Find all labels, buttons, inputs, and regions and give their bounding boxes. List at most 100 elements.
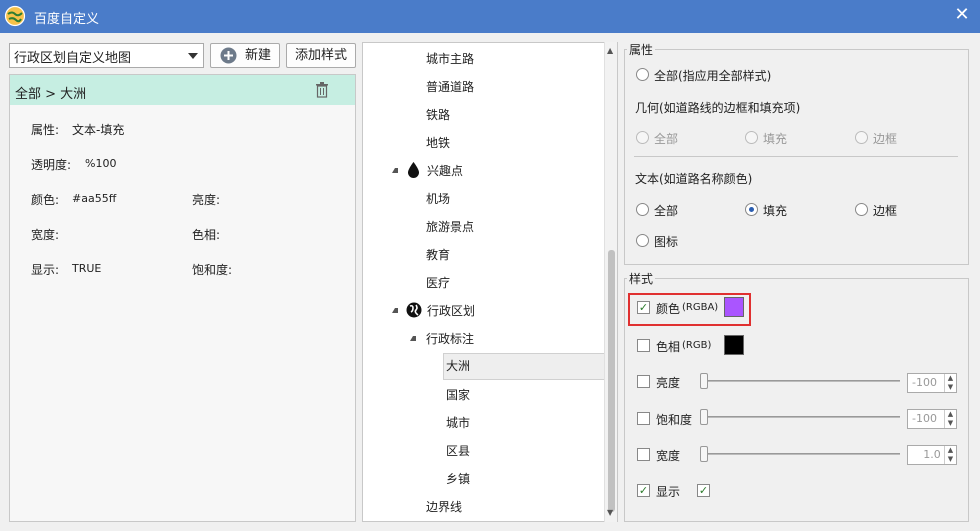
width-label: 宽度	[656, 449, 681, 463]
tree-item-continent[interactable]: 大洲	[443, 353, 606, 380]
scrollbar-thumb[interactable]	[608, 250, 615, 512]
color-checkbox[interactable]: ✓	[637, 301, 650, 314]
new-button[interactable]: 新建	[210, 43, 280, 68]
attr-value: 文本-填充	[72, 123, 125, 137]
color-swatch[interactable]	[724, 297, 744, 317]
chevron-down-icon	[188, 53, 198, 59]
color-label: 颜色	[656, 302, 681, 316]
tree-item-boundary[interactable]: 边界线	[426, 497, 462, 517]
visible-label: 显示	[656, 485, 681, 499]
spin-arrows-icon[interactable]: ▲ ▼	[944, 374, 956, 392]
tree-item-city-main-road[interactable]: 城市主路	[426, 49, 474, 69]
radio-geometry-border[interactable]	[855, 131, 868, 144]
new-button-label: 新建	[245, 48, 272, 63]
saturation-label: 饱和度	[656, 413, 693, 427]
radio-geometry-fill[interactable]	[745, 131, 758, 144]
tree-item-country[interactable]: 国家	[446, 385, 470, 405]
saturation-slider-track[interactable]	[702, 416, 900, 418]
plus-circle-icon	[220, 47, 237, 64]
add-style-button[interactable]: 添加样式	[286, 43, 356, 68]
breadcrumb: 全部 > 大洲	[15, 87, 87, 102]
trash-icon[interactable]	[315, 82, 329, 98]
spin-arrows-icon[interactable]: ▲ ▼	[944, 446, 956, 464]
style-entry-row[interactable]: 全部 > 大洲	[10, 75, 355, 105]
tree-expander-admin-label[interactable]	[410, 336, 416, 341]
saturation-label: 饱和度:	[192, 263, 233, 277]
tree-expander-poi[interactable]	[392, 168, 398, 173]
saturation-spinbox[interactable]: -100 ▲ ▼	[907, 409, 957, 429]
radio-geometry-all-label: 全部	[654, 132, 679, 146]
visible-checkbox[interactable]: ✓	[697, 484, 710, 497]
tree-item-city[interactable]: 城市	[446, 413, 470, 433]
tree-item-town[interactable]: 乡镇	[446, 469, 470, 489]
tree-scrollbar[interactable]: ▲ ▼	[604, 42, 617, 522]
width-value: 1.0	[923, 448, 941, 461]
radio-text-fill[interactable]	[745, 203, 758, 216]
tree-item-district[interactable]: 区县	[446, 441, 470, 461]
radio-geometry-all[interactable]	[636, 131, 649, 144]
title-bar: 百度自定义 ✕	[0, 0, 980, 33]
width-slider-track[interactable]	[702, 453, 900, 455]
opacity-value: %100	[85, 157, 117, 170]
geometry-section-title: 几何(如道路线的边框和填充项)	[635, 101, 801, 115]
visible-label: 显示:	[31, 263, 60, 277]
map-style-select-value: 行政区划自定义地图	[14, 51, 132, 66]
radio-all-styles[interactable]	[636, 68, 649, 81]
brightness-slider-thumb[interactable]	[700, 373, 708, 389]
radio-text-border[interactable]	[855, 203, 868, 216]
color-value: #aa55ff	[72, 192, 117, 205]
width-label: 宽度:	[31, 228, 60, 242]
attr-label: 属性:	[31, 123, 60, 137]
tree-expander-admin[interactable]	[392, 308, 398, 313]
tree-item-tourist-spot[interactable]: 旅游景点	[426, 217, 474, 237]
scroll-down-icon[interactable]: ▼	[607, 508, 613, 517]
hue-checkbox[interactable]	[637, 339, 650, 352]
tree-item-medical[interactable]: 医疗	[426, 273, 450, 293]
tree-item-normal-road[interactable]: 普通道路	[426, 77, 474, 97]
width-spinbox[interactable]: 1.0 ▲ ▼	[907, 445, 957, 465]
map-style-select[interactable]: 行政区划自定义地图	[9, 43, 204, 68]
close-icon[interactable]: ✕	[952, 5, 972, 25]
tree-item-poi[interactable]: 兴趣点	[427, 161, 463, 181]
spin-arrows-icon[interactable]: ▲ ▼	[944, 410, 956, 428]
width-slider-thumb[interactable]	[700, 446, 708, 462]
radio-text-all[interactable]	[636, 203, 649, 216]
radio-icon-label: 图标	[654, 235, 679, 249]
tree-item-admin-division[interactable]: 行政区划	[427, 301, 475, 321]
style-list-panel: 全部 > 大洲 属性: 文本-填充 透明度: %100 颜色: #aa55ff …	[9, 74, 356, 522]
tree-item-subway[interactable]: 地铁	[426, 133, 450, 153]
radio-text-fill-label: 填充	[763, 204, 788, 218]
tree-item-railway[interactable]: 铁路	[426, 105, 450, 125]
brightness-label: 亮度	[656, 376, 681, 390]
brightness-value: -100	[912, 376, 937, 389]
radio-all-styles-label: 全部(指应用全部样式)	[654, 69, 772, 83]
brightness-slider-track[interactable]	[702, 380, 900, 382]
tree-item-education[interactable]: 教育	[426, 245, 450, 265]
saturation-slider-thumb[interactable]	[700, 409, 708, 425]
tree-item-admin-label[interactable]: 行政标注	[426, 329, 474, 349]
visible-row-checkbox[interactable]: ✓	[637, 484, 650, 497]
hue-label: 色相:	[192, 228, 221, 242]
color-suffix: (RGBA)	[682, 302, 719, 313]
color-label: 颜色:	[31, 193, 60, 207]
hue-swatch[interactable]	[724, 335, 744, 355]
scroll-up-icon[interactable]: ▲	[607, 46, 613, 55]
globe-icon	[406, 302, 422, 318]
water-drop-icon	[408, 162, 419, 178]
style-group-label: 样式	[627, 270, 656, 287]
radio-icon[interactable]	[636, 234, 649, 247]
radio-geometry-fill-label: 填充	[763, 132, 788, 146]
brightness-spinbox[interactable]: -100 ▲ ▼	[907, 373, 957, 393]
saturation-checkbox[interactable]	[637, 412, 650, 425]
layer-tree: 城市主路 普通道路 铁路 地铁 兴趣点 机场 旅游景点 教育 医疗 行政区划 行…	[362, 42, 618, 522]
attributes-divider	[634, 156, 958, 157]
brightness-checkbox[interactable]	[637, 375, 650, 388]
saturation-value: -100	[912, 412, 937, 425]
opacity-label: 透明度:	[31, 158, 72, 172]
hue-suffix: (RGB)	[682, 340, 712, 351]
hue-label: 色相	[656, 340, 681, 354]
window-title: 百度自定义	[34, 12, 100, 27]
tree-item-airport[interactable]: 机场	[426, 189, 450, 209]
width-checkbox[interactable]	[637, 448, 650, 461]
brightness-label: 亮度:	[192, 193, 221, 207]
